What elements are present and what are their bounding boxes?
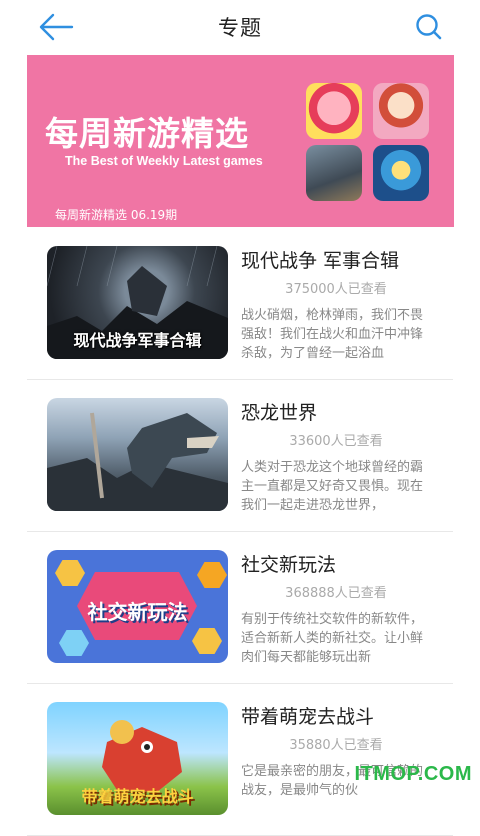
item-title: 社交新玩法 xyxy=(241,554,337,576)
item-view-count: 375000人已查看 xyxy=(285,282,387,297)
search-button[interactable] xyxy=(414,12,444,42)
item-image xyxy=(47,398,228,511)
top-bar: 专题 xyxy=(0,0,480,54)
item-image: 社交新玩法 xyxy=(47,550,228,663)
item-image-caption: 现代战争军事合辑 xyxy=(73,331,202,350)
item-title: 现代战争 军事合辑 xyxy=(241,250,400,272)
item-title: 恐龙世界 xyxy=(241,402,318,424)
hexagon-icon xyxy=(192,628,222,654)
search-icon xyxy=(416,14,442,40)
hexagon-icon xyxy=(55,560,85,586)
game-thumbnail-deer-icon xyxy=(306,145,362,201)
item-image-caption: 带着萌宠去战斗 xyxy=(81,787,194,806)
banner-subtitle: The Best of Weekly Latest games xyxy=(65,154,263,168)
item-view-count: 33600人已查看 xyxy=(289,434,383,449)
item-image: 带着萌宠去战斗 xyxy=(47,702,228,815)
item-view-count: 368888人已查看 xyxy=(285,586,387,601)
hexagon-icon xyxy=(197,562,227,588)
item-view-count: 35880人已查看 xyxy=(289,738,383,753)
list-item[interactable]: 社交新玩法 社交新玩法 368888人已查看 有别于传统社交软件的新软件，适合新… xyxy=(27,532,453,684)
item-image: 现代战争军事合辑 xyxy=(47,246,228,359)
banner-date-label: 每周新游精选 06.19期 xyxy=(55,208,178,222)
page-title: 专题 xyxy=(218,16,262,40)
item-description: 战火硝烟，枪林弹雨，我们不畏强敌！我们在战火和血汗中冲锋杀敌，为了曾经一起浴血 xyxy=(241,308,424,361)
item-description: 人类对于恐龙这个地球曾经的霸主一直都是又好奇又畏惧。现在我们一起走进恐龙世界， xyxy=(241,460,424,513)
banner-title: 每周新游精选 xyxy=(45,114,249,153)
dinosaur-icon xyxy=(47,412,228,511)
list-item[interactable]: 恐龙世界 33600人已查看 人类对于恐龙这个地球曾经的霸主一直都是又好奇又畏惧… xyxy=(27,380,453,532)
hexagon-icon xyxy=(59,630,89,656)
list-item[interactable]: 现代战争军事合辑 现代战争 军事合辑 375000人已查看 战火硝烟，枪林弹雨，… xyxy=(27,228,453,380)
item-description: 有别于传统社交软件的新软件，适合新新人类的新社交。让小鲜肉们每天都能够玩出新 xyxy=(241,612,424,665)
weekly-banner[interactable]: 每周新游精选 The Best of Weekly Latest games 每… xyxy=(27,55,454,227)
game-thumbnail-cooking-icon xyxy=(373,83,429,139)
game-thumbnail-pig-icon xyxy=(306,83,362,139)
list-item[interactable]: 带着萌宠去战斗 带着萌宠去战斗 35880人已查看 它是最亲密的朋友，最可信赖的… xyxy=(27,684,453,836)
site-watermark: ITMOP.COM xyxy=(354,763,472,785)
item-title: 带着萌宠去战斗 xyxy=(241,706,375,728)
topic-list: 现代战争军事合辑 现代战争 军事合辑 375000人已查看 战火硝烟，枪林弹雨，… xyxy=(27,228,453,836)
game-thumbnail-bird-icon xyxy=(373,145,429,201)
item-image-caption: 社交新玩法 xyxy=(87,600,188,624)
